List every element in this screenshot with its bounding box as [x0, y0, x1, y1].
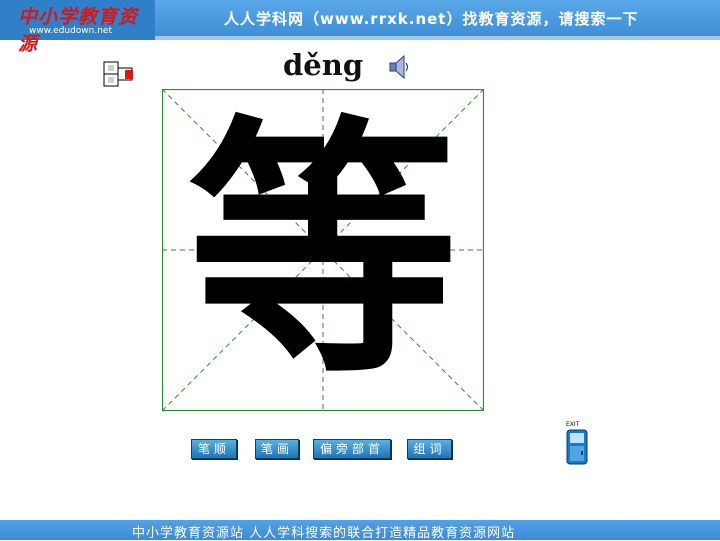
logo-url: www.edudown.net — [29, 26, 112, 36]
stroke-order-button[interactable]: 笔顺 — [191, 439, 237, 459]
word-building-button[interactable]: 组词 — [407, 439, 452, 459]
radical-button[interactable]: 偏旁部首 — [313, 439, 391, 459]
exit-door-icon[interactable] — [566, 429, 588, 465]
header-slogan: 人人学科网（www.rrxk.net）找教育资源，请搜索一下 — [224, 10, 639, 28]
chinese-character: 等 — [188, 91, 458, 409]
puzzle-tiles-icon[interactable] — [103, 61, 135, 88]
site-logo[interactable]: 中小学教育资源 www.edudown.net — [0, 0, 155, 55]
speaker-icon[interactable] — [388, 54, 412, 80]
exit-label: EXIT — [566, 421, 580, 428]
pinyin-label: děng — [283, 48, 364, 82]
stroke-count-button[interactable]: 笔画 — [255, 439, 299, 459]
footer-text: 中小学教育资源站 人人学科搜索的联合打造精品教育资源网站 — [132, 526, 516, 541]
character-writing-grid: 等 — [162, 89, 484, 411]
